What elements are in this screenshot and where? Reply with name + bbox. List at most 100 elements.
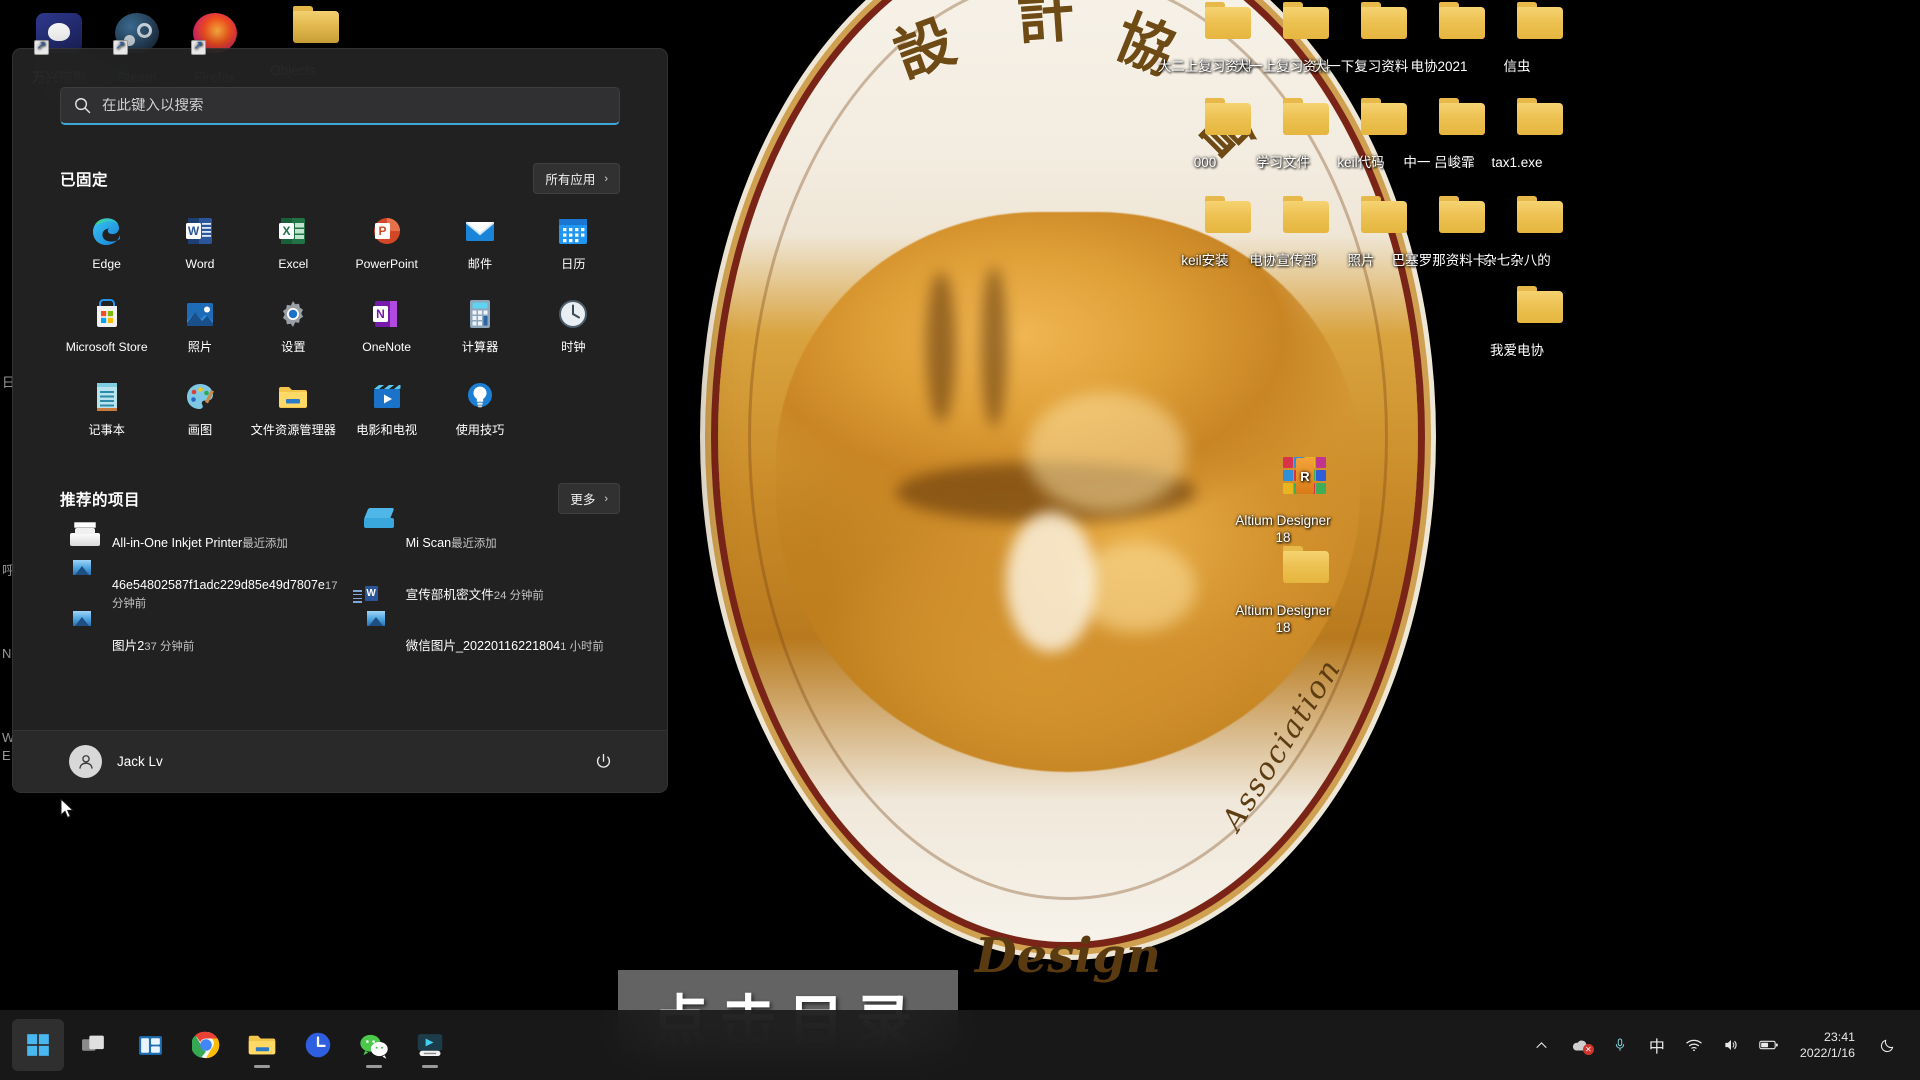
notification-center-button[interactable]	[1870, 1023, 1904, 1067]
wifi-tray-button[interactable]	[1677, 1023, 1711, 1067]
pinned-app-邮件[interactable]: 邮件	[433, 204, 526, 279]
start-menu-footer: Jack Lv	[13, 730, 667, 792]
microphone-tray-button[interactable]	[1603, 1023, 1637, 1067]
word-icon: W	[183, 214, 217, 248]
pinned-app-文件资源管理器[interactable]: 文件资源管理器	[247, 370, 340, 445]
recommended-item-subtitle: 37 分钟前	[144, 641, 195, 653]
clock-icon	[556, 297, 590, 331]
recommended-item[interactable]: Mi Scan最近添加	[354, 508, 620, 566]
desktop-icon[interactable]: R Altium Designer 18	[1230, 456, 1336, 546]
taskbar-buttons	[0, 1019, 456, 1071]
wechat-button[interactable]	[348, 1019, 400, 1071]
pinned-app-照片[interactable]: 照片	[153, 287, 246, 362]
onenote-icon: N	[370, 297, 404, 331]
chrome-button[interactable]	[180, 1019, 232, 1071]
task-view-button[interactable]	[68, 1019, 120, 1071]
search-input[interactable]	[102, 97, 607, 114]
firefox-icon	[191, 13, 237, 55]
widgets-button[interactable]	[124, 1019, 176, 1071]
pinned-app-label: 时钟	[561, 340, 586, 354]
calendar-icon	[556, 214, 590, 248]
tips-bulb-icon	[463, 380, 497, 414]
desktop-icon[interactable]: 我爱电协	[1464, 286, 1570, 359]
desktop-icon-label: 杂七杂八的	[1483, 253, 1551, 268]
pinned-app-设置[interactable]: 设置	[247, 287, 340, 362]
pinned-app-Microsoft Store[interactable]: Microsoft Store	[60, 287, 153, 362]
powerpoint-icon: P	[370, 214, 404, 248]
pinned-app-label: Microsoft Store	[65, 340, 148, 354]
pinned-app-PowerPoint[interactable]: P PowerPoint	[340, 204, 433, 279]
emblem-char-0: 設	[885, 6, 964, 91]
desktop-icon[interactable]: Altium Designer 18	[1230, 546, 1336, 636]
settings-gear-icon	[276, 297, 310, 331]
pinned-app-画图[interactable]: 画图	[153, 370, 246, 445]
battery-icon	[1759, 1040, 1778, 1050]
clock-button[interactable]: 23:41 2022/1/16	[1790, 1023, 1867, 1067]
emblem-char-1: 計	[1014, 0, 1077, 53]
system-tray: ✕ 中 23:41 2022/1/16	[1525, 1023, 1920, 1067]
recommended-item-subtitle: 24 分钟前	[493, 590, 544, 602]
recommended-item[interactable]: All-in-One Inkjet Printer最近添加	[60, 520, 348, 566]
chevron-right-icon: ›	[604, 492, 608, 505]
pinned-app-Excel[interactable]: X Excel	[247, 204, 340, 279]
mail-icon	[463, 214, 497, 248]
recommended-item[interactable]: 图片237 分钟前	[60, 611, 348, 668]
pinned-app-记事本[interactable]: 记事本	[60, 370, 153, 445]
start-search-box[interactable]	[60, 87, 620, 125]
pinned-app-Edge[interactable]: Edge	[60, 204, 153, 279]
pinned-app-电影和电视[interactable]: 电影和电视	[340, 370, 433, 445]
recommended-item-name: 宣传部机密文件	[405, 588, 494, 602]
mouse-cursor	[60, 797, 76, 820]
chevron-up-icon	[1536, 1041, 1547, 1048]
blue-clock-icon	[305, 1032, 331, 1058]
all-apps-button[interactable]: 所有应用 ›	[533, 163, 620, 194]
wondershare-icon	[34, 13, 82, 55]
recommended-item[interactable]: 46e54802587f1adc229d85e49d7807e17 分钟前	[60, 560, 348, 620]
pinned-app-label: 电影和电视	[356, 423, 418, 437]
pinned-app-OneNote[interactable]: N OneNote	[340, 287, 433, 362]
svg-text:X: X	[283, 224, 291, 238]
pinned-app-label: 记事本	[88, 423, 125, 437]
windows-logo-icon	[27, 1034, 49, 1056]
clock-app-button[interactable]	[292, 1019, 344, 1071]
chrome-icon	[192, 1031, 220, 1059]
start-button[interactable]	[12, 1019, 64, 1071]
file-explorer-button[interactable]	[236, 1019, 288, 1071]
desktop-icon[interactable]: 杂七杂八的	[1464, 196, 1570, 269]
video-editor-button[interactable]	[404, 1019, 456, 1071]
power-button[interactable]	[586, 745, 620, 779]
pinned-app-label: 文件资源管理器	[250, 423, 336, 437]
pinned-app-Word[interactable]: W Word	[153, 204, 246, 279]
clock-time: 23:41	[1823, 1030, 1855, 1044]
desktop-icon[interactable]: 信虫	[1464, 2, 1570, 75]
recommended-item[interactable]: 微信图片_202201162218041 小时前	[354, 611, 620, 668]
pinned-app-label: 计算器	[461, 340, 499, 354]
recommended-item[interactable]: W 宣传部机密文件24 分钟前	[352, 568, 620, 620]
more-button[interactable]: 更多 ›	[558, 483, 620, 514]
volume-tray-button[interactable]	[1714, 1023, 1748, 1067]
tray-overflow-button[interactable]	[1525, 1023, 1559, 1067]
pinned-app-计算器[interactable]: 计算器	[433, 287, 526, 362]
desktop-icon[interactable]: tax1.exe	[1464, 98, 1570, 171]
pinned-app-label: 邮件	[467, 257, 493, 271]
ime-indicator-button[interactable]: 中	[1640, 1023, 1674, 1067]
pinned-app-时钟[interactable]: 时钟	[527, 287, 620, 362]
battery-tray-button[interactable]	[1751, 1023, 1787, 1067]
pinned-app-label: Edge	[92, 257, 121, 271]
pinned-app-日历[interactable]: 日历	[527, 204, 620, 279]
user-account-button[interactable]: Jack Lv	[60, 739, 172, 784]
pinned-app-使用技巧[interactable]: 使用技巧	[433, 370, 526, 445]
recommended-items-grid: All-in-One Inkjet Printer最近添加 Mi Scan最近添加…	[60, 508, 620, 668]
pinned-app-label: Word	[185, 257, 215, 271]
recommended-item-name: All-in-One Inkjet Printer	[112, 536, 243, 550]
chevron-right-icon: ›	[604, 172, 608, 185]
all-apps-label: 所有应用	[545, 173, 596, 187]
desktop-icon-label: Altium Designer 18	[1235, 603, 1331, 635]
pinned-app-label: 设置	[281, 340, 306, 354]
svg-text:W: W	[188, 224, 200, 238]
desktop-icon-label: Altium Designer 18	[1235, 513, 1331, 545]
running-indicator	[366, 1065, 382, 1068]
onedrive-tray-button[interactable]: ✕	[1562, 1023, 1600, 1067]
edge-glyph-2: N	[2, 646, 12, 661]
pinned-apps-grid: Edge W Word X Excel P PowerPoint 邮件 日历 Microsoft …	[60, 204, 620, 445]
